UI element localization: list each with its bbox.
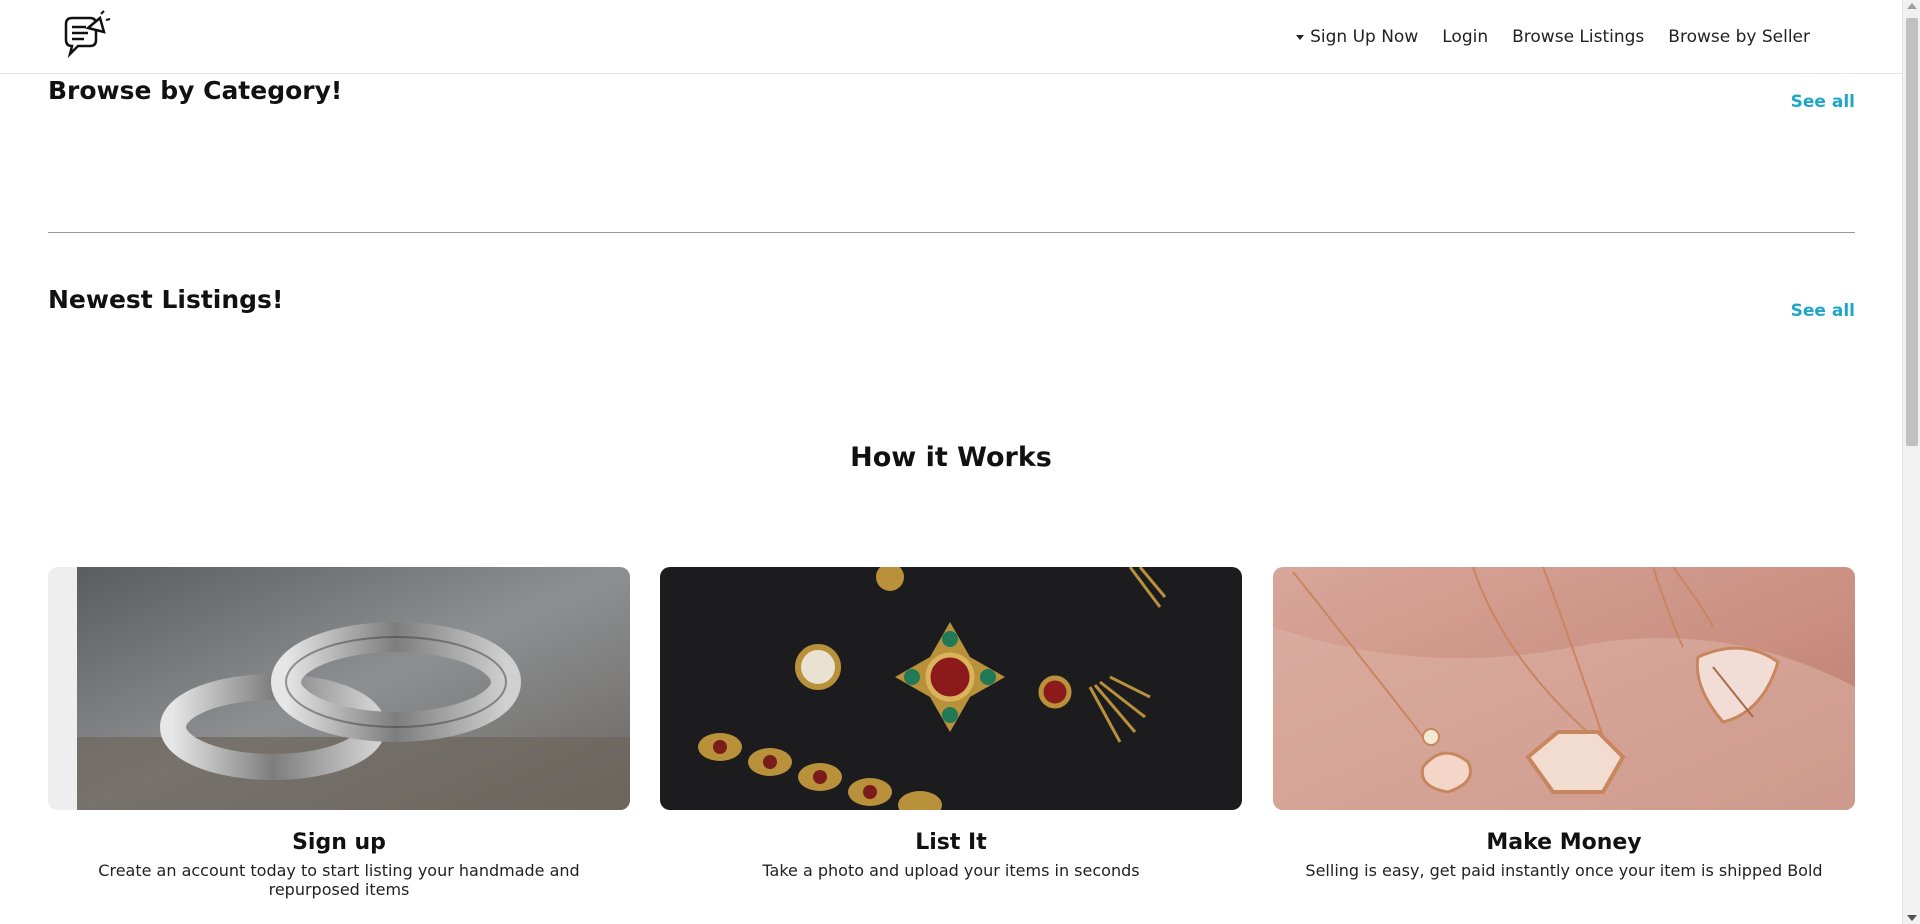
section-divider: [48, 232, 1855, 233]
card-description: Create an account today to start listing…: [98, 861, 580, 899]
how-it-works-title: How it Works: [850, 442, 1052, 473]
nav-login-label: Login: [1442, 27, 1489, 47]
vertical-scrollbar[interactable]: [1902, 0, 1920, 924]
nav-browse-by-seller-label: Browse by Seller: [1668, 27, 1810, 47]
megaphone-chat-icon[interactable]: [60, 10, 112, 66]
scroll-thumb[interactable]: [1906, 18, 1918, 446]
main-nav: Sign Up Now Login Browse Listings Browse…: [1296, 0, 1810, 74]
newest-section-title: Newest Listings!: [48, 285, 284, 314]
category-section-title: Browse by Category!: [48, 76, 343, 105]
newest-see-all-link[interactable]: See all: [1791, 301, 1855, 321]
nav-sign-up-now[interactable]: Sign Up Now: [1296, 27, 1418, 47]
vintage-jewelry-photo: [660, 567, 1242, 810]
how-card-make-money: Make Money Selling is easy, get paid ins…: [1273, 567, 1855, 880]
how-card-list-it: List It Take a photo and upload your ite…: [660, 567, 1242, 880]
caret-down-icon: [1296, 34, 1305, 40]
scroll-down-arrow-icon[interactable]: [1907, 915, 1917, 921]
nav-login[interactable]: Login: [1442, 27, 1488, 47]
card-description: Take a photo and upload your items in se…: [762, 861, 1140, 880]
nav-browse-by-seller[interactable]: Browse by Seller: [1668, 27, 1810, 47]
card-description: Selling is easy, get paid instantly once…: [1305, 861, 1823, 880]
nav-sign-up-label: Sign Up Now: [1310, 27, 1419, 47]
card-title: Sign up: [292, 830, 386, 855]
silver-rings-photo: [48, 567, 630, 810]
necklaces-in-hand-photo: [1273, 567, 1855, 810]
category-see-all-link[interactable]: See all: [1791, 92, 1855, 112]
top-navbar: Sign Up Now Login Browse Listings Browse…: [0, 0, 1902, 74]
nav-browse-listings-label: Browse Listings: [1512, 27, 1645, 47]
card-title: Make Money: [1486, 830, 1642, 855]
nav-browse-listings[interactable]: Browse Listings: [1512, 27, 1644, 47]
card-title: List It: [915, 830, 987, 855]
how-card-sign-up: Sign up Create an account today to start…: [48, 567, 630, 899]
scroll-up-arrow-icon[interactable]: [1907, 3, 1917, 9]
